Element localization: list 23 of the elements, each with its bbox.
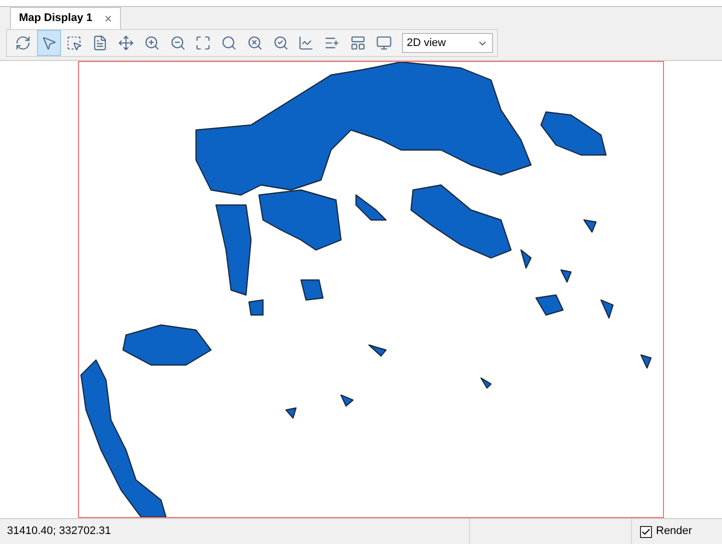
magnifier-icon — [272, 35, 289, 52]
tab-close-button[interactable]: × — [104, 12, 112, 25]
selection-icon — [66, 35, 82, 52]
render-label: Render — [656, 524, 692, 540]
document-icon — [92, 35, 108, 52]
magnifier-icon — [221, 35, 238, 52]
zoom-in-icon — [144, 35, 160, 52]
pan-icon — [118, 35, 134, 52]
zoom-out-icon — [170, 35, 186, 52]
magnifier-icon — [246, 35, 263, 52]
render-checkbox[interactable]: Render — [632, 523, 722, 540]
coordinates-text: 31410.40; 332702.31 — [0, 519, 470, 544]
pointer-icon — [40, 35, 57, 52]
layout-icon — [350, 35, 366, 52]
monitor-icon — [376, 35, 392, 52]
view-dropdown-value: 2D view — [406, 36, 446, 51]
toolbar-button[interactable] — [36, 30, 61, 56]
view-dropdown[interactable]: 2D view — [402, 33, 493, 54]
tab-title: Map Display 1 — [19, 10, 92, 26]
refresh-icon — [14, 35, 31, 52]
extent-icon — [195, 35, 212, 52]
chart-icon — [298, 35, 314, 52]
map-tab[interactable]: Map Display 1 × — [10, 6, 121, 29]
